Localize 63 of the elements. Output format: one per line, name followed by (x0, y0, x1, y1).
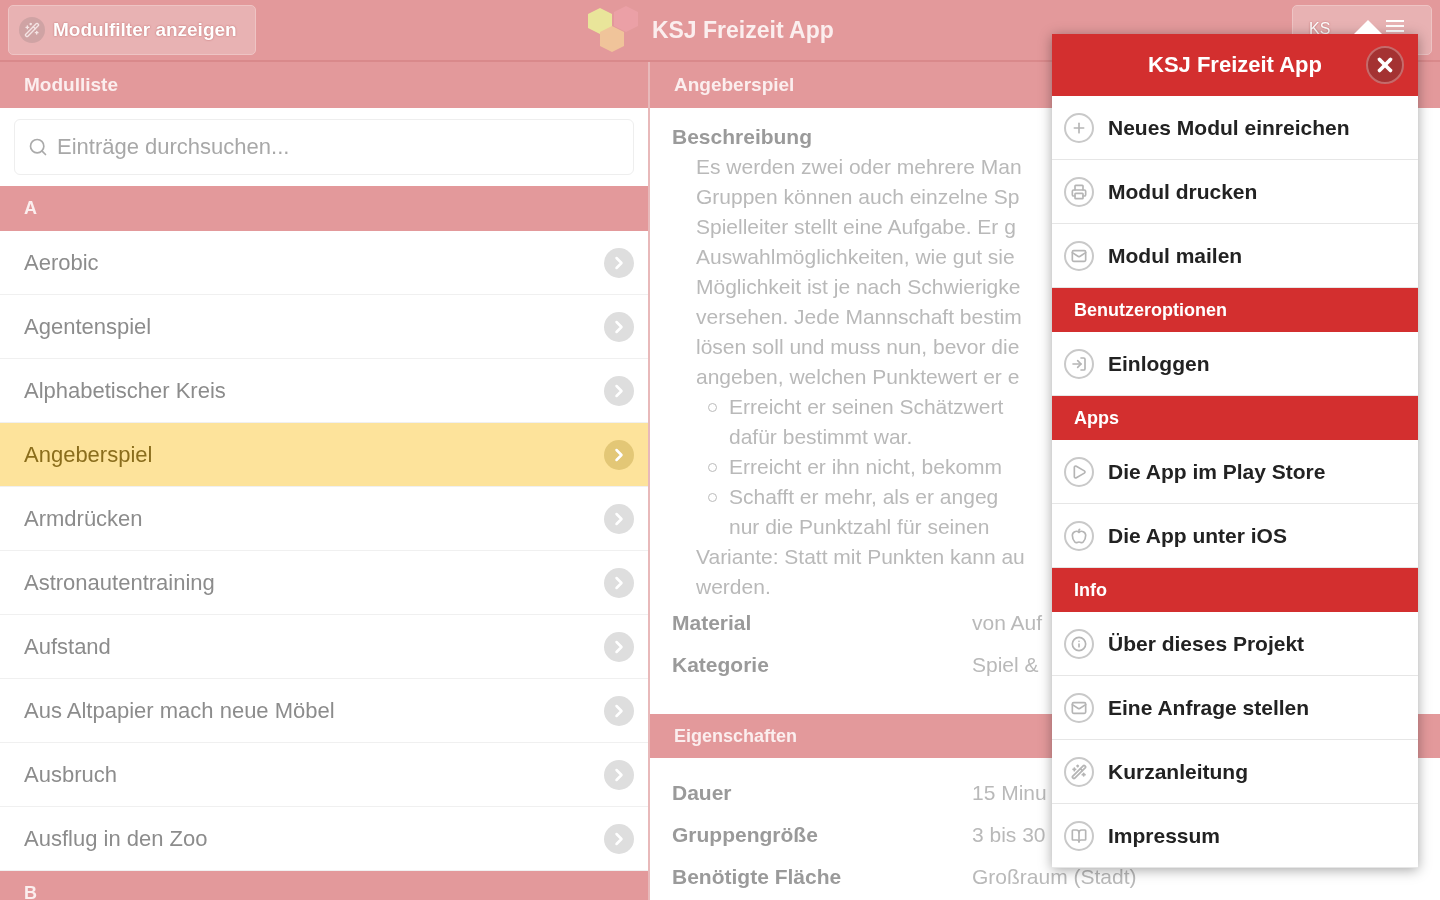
field-value: 3 bis 30 (972, 822, 1046, 848)
login-icon (1064, 348, 1094, 379)
search-field[interactable]: Einträge durchsuchen... (14, 119, 634, 175)
menu-item[interactable]: Über dieses Projekt (1052, 612, 1418, 676)
chevron-icon (604, 503, 634, 534)
wand-icon (1064, 756, 1094, 787)
bullet-text: nur die Punktzahl für seinen (729, 514, 990, 540)
menu-icon (1386, 20, 1405, 32)
field-label: Material (672, 610, 753, 636)
field-label: Dauer (672, 780, 733, 806)
bullet-text: Erreicht er seinen Schätzwert (729, 394, 1004, 420)
description-text: versehen. Jede Mannschaft bestim (695, 304, 1022, 330)
field-label: Kategorie (672, 652, 770, 678)
module-list-item[interactable]: Angeberspiel (0, 423, 648, 487)
app-title: KSJ Freizeit App (651, 16, 834, 44)
chevron-icon (604, 375, 634, 406)
description-text: werden. (695, 574, 771, 600)
chevron-icon (604, 311, 634, 342)
menu-section-header: Benutzeroptionen (1052, 288, 1418, 332)
chevron-icon (604, 631, 634, 662)
menu-item[interactable]: Eine Anfrage stellen (1052, 676, 1418, 740)
description-text: Variante: Statt mit Punkten kann au (695, 544, 1025, 570)
menu-item[interactable]: Impressum (1052, 804, 1418, 868)
search-icon (28, 137, 48, 157)
section-label: Beschreibung (672, 124, 813, 150)
menu-item[interactable]: Neues Modul einreichen (1052, 96, 1418, 160)
description-text: Gruppen können auch einzelne Sp (695, 184, 1020, 210)
chevron-icon (604, 823, 634, 854)
field-value: 15 Minu (972, 780, 1047, 806)
description-text: Es werden zwei oder mehrere Man (695, 154, 1022, 180)
book-icon (1064, 820, 1094, 851)
printer-icon (1064, 176, 1094, 207)
bullet-text: Erreicht er ihn nicht, bekomm (729, 454, 1003, 480)
mail-icon (1064, 240, 1094, 271)
menu-section-header: Info (1052, 568, 1418, 612)
description-text: angeben, welchen Punktewert er e (695, 364, 1020, 390)
chevron-icon (604, 567, 634, 598)
panel-header: Modulliste (0, 62, 648, 108)
field-label: Gruppengröße (672, 822, 819, 848)
plus-icon (1064, 112, 1094, 143)
chevron-icon (604, 439, 634, 470)
chevron-icon (604, 759, 634, 790)
bullet-text: Schafft er mehr, als er angeg (729, 484, 999, 510)
chevron-icon (604, 695, 634, 726)
field-label: Benötigte Fläche (672, 864, 843, 890)
mail-icon (1064, 692, 1094, 723)
menu-section-header: Apps (1052, 396, 1418, 440)
info-icon (1064, 628, 1094, 659)
menu-item[interactable]: Modul drucken (1052, 160, 1418, 224)
description-text: Spielleiter stellt eine Aufgabe. Er g (695, 214, 1016, 240)
field-value: Spiel & (972, 652, 1039, 678)
description-text: Auswahlmöglichkeiten, wie gut sie (695, 244, 1015, 270)
apple-icon (1064, 520, 1094, 551)
menu-item[interactable]: Die App im Play Store (1052, 440, 1418, 504)
bullet-text: dafür bestimmt war. (729, 424, 913, 450)
description-text: Möglichkeit ist je nach Schwierigke (695, 274, 1021, 300)
field-value: von Auf (972, 610, 1043, 636)
close-button[interactable] (1366, 46, 1404, 84)
menu-item[interactable]: Kurzanleitung (1052, 740, 1418, 804)
play-icon (1064, 456, 1094, 487)
description-text: lösen soll und muss nun, bevor die (695, 334, 1020, 360)
wand-icon (19, 17, 45, 43)
chevron-icon (604, 247, 634, 278)
